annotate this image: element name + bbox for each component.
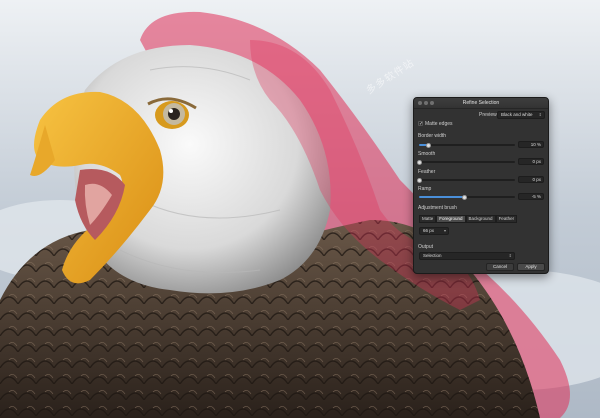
ramp-label: Ramp	[418, 186, 432, 192]
smooth-label: Smooth	[418, 151, 436, 157]
chevron-updown-icon: ⇕	[538, 112, 542, 117]
ramp-fill	[419, 196, 465, 198]
checkmark-icon: ✓	[419, 121, 424, 127]
feather-value[interactable]: 0 px	[518, 176, 544, 183]
brush-mode-segmented: Matte Foreground Background Feather	[419, 215, 518, 223]
chevron-down-icon: ▾	[443, 228, 446, 233]
dialog-titlebar[interactable]: Refine Selection	[414, 98, 548, 109]
smooth-knob[interactable]	[416, 159, 422, 165]
chevron-updown-icon: ⇕	[508, 253, 512, 258]
apply-button[interactable]: Apply	[517, 263, 545, 271]
smooth-value[interactable]: 0 px	[518, 158, 544, 165]
feather-label: Feather	[418, 169, 436, 175]
brush-mode-foreground[interactable]: Foreground	[436, 215, 466, 223]
output-select[interactable]: Selection ⇕	[419, 252, 515, 260]
ramp-value[interactable]: -5 %	[518, 193, 544, 200]
border-width-value[interactable]: 10 %	[518, 141, 544, 148]
dialog-title: Refine Selection	[462, 100, 500, 106]
brush-size-value: 66 px	[423, 228, 435, 233]
feather-knob[interactable]	[416, 177, 422, 183]
border-width-slider[interactable]	[419, 142, 515, 148]
border-width-label: Border width	[418, 133, 447, 139]
output-label: Output	[418, 244, 434, 250]
brush-size-select[interactable]: 66 px ▾	[419, 227, 449, 235]
output-value: Selection	[423, 253, 442, 258]
preview-label: Preview	[479, 112, 497, 118]
brush-mode-matte[interactable]: Matte	[419, 215, 437, 223]
brush-mode-feather[interactable]: Feather	[495, 215, 518, 223]
ramp-slider[interactable]	[419, 194, 515, 200]
preview-mode-value: Black and white	[501, 112, 533, 117]
smooth-slider[interactable]	[416, 159, 515, 165]
matte-edges-label: Matte edges	[425, 121, 453, 127]
brush-mode-background[interactable]: Background	[465, 215, 496, 223]
feather-slider[interactable]	[416, 177, 515, 183]
border-width-knob[interactable]	[426, 142, 432, 148]
ramp-knob[interactable]	[461, 194, 467, 200]
cancel-button[interactable]: Cancel	[486, 263, 514, 271]
adjustment-brush-label: Adjustment brush	[418, 205, 457, 211]
preview-mode-select[interactable]: Black and white ⇕	[497, 111, 545, 119]
matte-edges-checkbox[interactable]: ✓	[418, 121, 424, 127]
